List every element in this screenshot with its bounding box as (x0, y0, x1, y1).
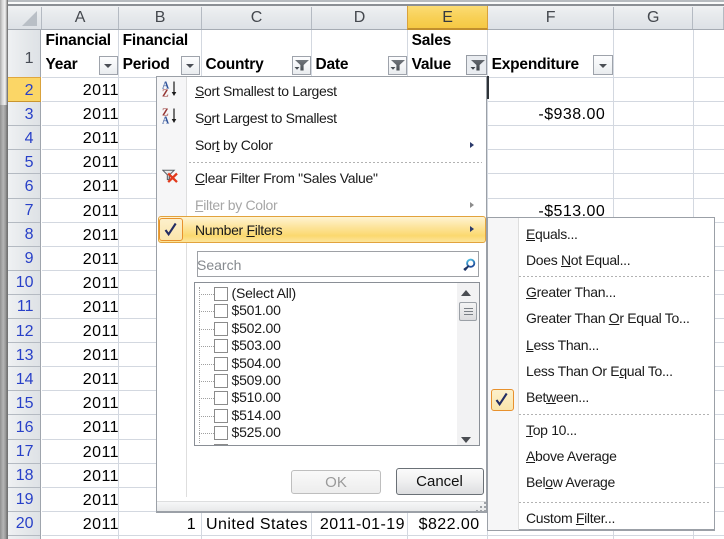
svg-text:Z: Z (162, 89, 169, 99)
svg-text:A: A (162, 116, 170, 126)
